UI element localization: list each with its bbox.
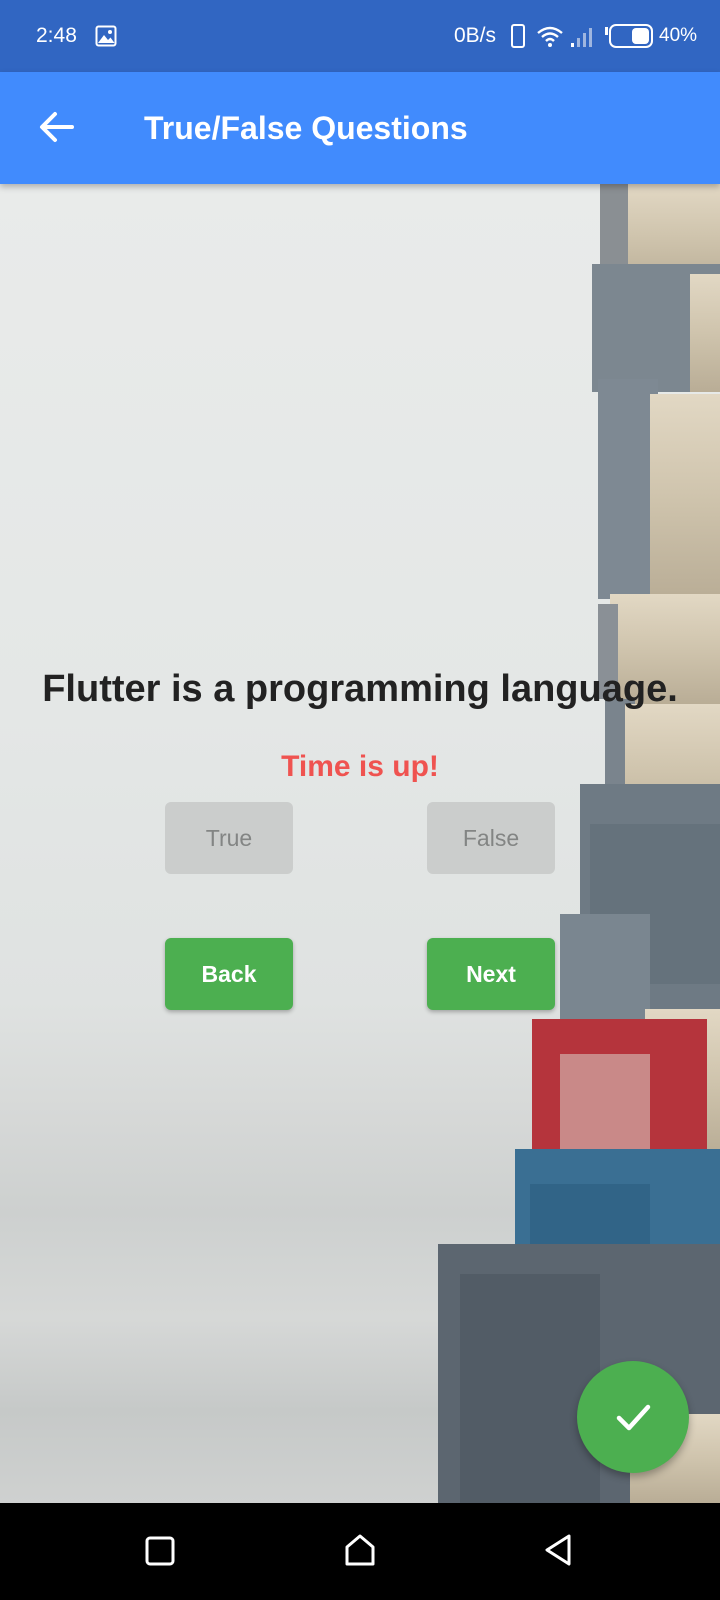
battery-icon: [605, 24, 653, 48]
home-icon[interactable]: [343, 1532, 377, 1568]
image-icon: [95, 25, 117, 47]
back-triangle-icon[interactable]: [541, 1532, 575, 1568]
page-title: True/False Questions: [144, 110, 468, 146]
wifi-icon: [537, 26, 563, 47]
true-answer-button[interactable]: True: [165, 802, 293, 874]
recents-icon[interactable]: [143, 1534, 177, 1568]
signal-icon: [571, 28, 592, 47]
app-bar: True/False Questions: [0, 72, 720, 184]
question-text: Flutter is a programming language.: [42, 668, 678, 710]
back-button[interactable]: Back: [165, 938, 293, 1010]
time-up-message: Time is up!: [281, 750, 439, 783]
back-navigation-button[interactable]: [30, 100, 84, 154]
system-nav-bar: [0, 1503, 720, 1600]
network-speed: 0B/s: [454, 24, 497, 47]
battery-percent: 40%: [659, 25, 698, 46]
arrow-left-icon: [40, 112, 74, 142]
phone-icon: [511, 24, 525, 48]
next-button[interactable]: Next: [427, 938, 555, 1010]
status-time: 2:48: [36, 24, 77, 47]
background-image: [0, 184, 720, 1503]
submit-fab-button[interactable]: [577, 1361, 689, 1473]
status-bar: 2:48 0B/s 40%: [0, 0, 720, 72]
false-answer-button[interactable]: False: [427, 802, 555, 874]
check-icon: [616, 1404, 651, 1431]
